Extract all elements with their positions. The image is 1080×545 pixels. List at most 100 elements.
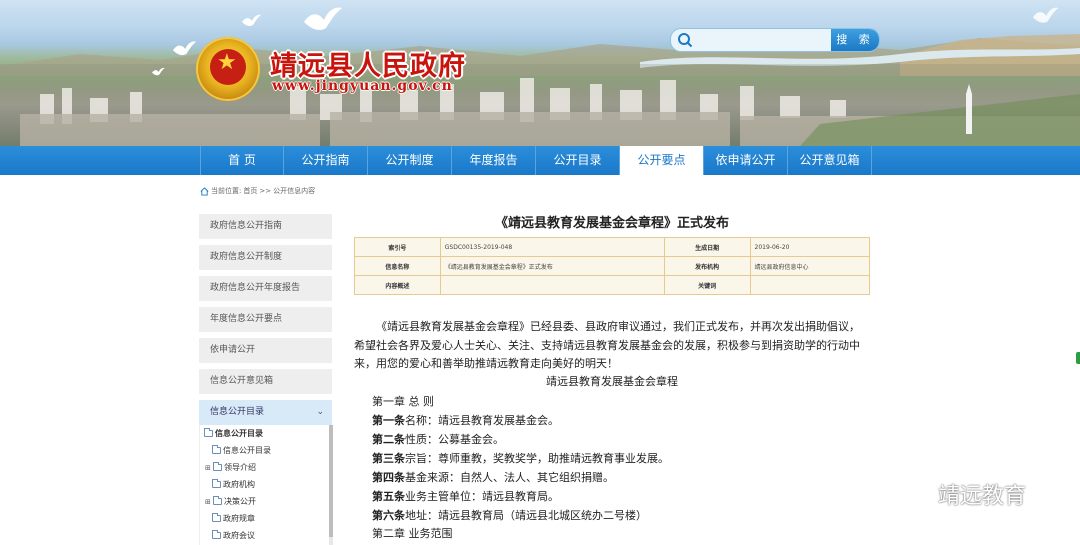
tree-node[interactable]: 政府会议 (212, 530, 255, 541)
search-box: 搜 索 (670, 28, 880, 52)
meta-index-value: GSDC00135-2019-048 (439, 237, 665, 257)
breadcrumb: 当前位置: 首页 >> 公开信息内容 (200, 186, 315, 196)
sidebar-item-key-points[interactable]: 年度信息公开要点 (199, 307, 332, 332)
folder-icon (213, 496, 222, 505)
article-clause: 第五条业务主管单位：靖远县教育局。 (372, 488, 559, 504)
folder-icon (213, 462, 222, 471)
clause-label: 第六条 (372, 509, 405, 522)
breadcrumb-current: 公开信息内容 (273, 187, 316, 195)
article-clause: 第一条名称：靖远县教育发展基金会。 (372, 412, 559, 428)
tree-node[interactable]: ⊞ 领导介绍 (205, 462, 256, 473)
dove-icon (173, 41, 197, 56)
tree-node[interactable]: ⊞ 决策公开 (205, 496, 256, 507)
clause-label: 第四条 (372, 471, 405, 484)
sidebar-item-feedback[interactable]: 信息公开意见箱 (199, 369, 332, 394)
meta-keyword-label: 关键词 (663, 275, 751, 295)
tree-node-label: 信息公开目录 (223, 446, 271, 455)
dove-icon (304, 7, 342, 30)
side-float-tab[interactable] (1076, 352, 1080, 364)
clause-text: 宗旨：尊师重教，奖教奖学，助推靖远教育事业发展。 (405, 452, 669, 465)
article-clause: 第二条性质：公募基金会。 (372, 431, 504, 447)
breadcrumb-prefix: 当前位置: (211, 187, 242, 195)
national-emblem-icon: ★ (196, 37, 260, 101)
clause-text: 业务主管单位：靖远县教育局。 (405, 490, 559, 503)
folder-icon (212, 513, 221, 522)
article-clause: 第三条宗旨：尊师重教，奖教奖学，助推靖远教育事业发展。 (372, 450, 669, 466)
meta-date-value: 2019-06-20 (749, 237, 871, 257)
meta-summary-value (439, 275, 665, 295)
clause-text: 基金来源：自然人、法人、其它组织捐赠。 (405, 471, 614, 484)
nav-key-points[interactable]: 公开要点 (620, 146, 704, 175)
meta-name-value: 《靖远县教育发展基金会章程》正式发布 (439, 256, 665, 276)
breadcrumb-home[interactable]: 首页 (243, 186, 257, 196)
sidebar-directory-label: 信息公开目录 (210, 407, 265, 417)
article-intro: 《靖远县教育发展基金会章程》已经县委、县政府审议通过，我们正式发布，并再次发出捐… (354, 320, 860, 370)
chapter-heading: 第一章 总 则 (372, 395, 434, 408)
wechat-icon (890, 480, 931, 507)
clause-label: 第三条 (372, 452, 405, 465)
clause-label: 第一条 (372, 414, 405, 427)
sidebar-item-rules[interactable]: 政府信息公开制度 (199, 245, 332, 270)
main-nav: 首 页 公开指南 公开制度 年度报告 公开目录 公开要点 依申请公开 公开意见箱 (200, 146, 872, 175)
expand-plus-icon[interactable]: ⊞ (205, 498, 211, 506)
search-icon (678, 33, 693, 48)
tree-scrollbar-thumb[interactable] (329, 425, 333, 537)
article-meta-table: 索引号 GSDC00135-2019-048 生成日期 2019-06-20 信… (354, 237, 871, 295)
dove-icon (152, 67, 165, 76)
header-banner: ★ 靖远县人民政府 www.jingyuan.gov.cn 搜 索 (0, 0, 1080, 146)
chapter-heading: 第二章 业务范围 (372, 527, 453, 540)
chevron-down-icon: ⌄ (316, 407, 324, 417)
breadcrumb-separator: >> (259, 187, 272, 195)
tree-node-label: 政府会议 (223, 531, 255, 540)
tree-node-label: 政府机构 (223, 480, 255, 489)
folder-icon (212, 479, 221, 488)
tree-node[interactable]: 政府机构 (212, 479, 255, 490)
clause-label: 第五条 (372, 490, 405, 503)
nav-catalog[interactable]: 公开目录 (536, 146, 620, 175)
search-button[interactable]: 搜 索 (831, 29, 879, 51)
main-nav-bar: 首 页 公开指南 公开制度 年度报告 公开目录 公开要点 依申请公开 公开意见箱 (0, 146, 1080, 175)
site-url: www.jingyuan.gov.cn (272, 78, 453, 94)
tree-node-label: 领导介绍 (224, 463, 256, 472)
tree-node-label: 决策公开 (224, 497, 256, 506)
meta-date-label: 生成日期 (663, 237, 751, 257)
tree-root[interactable]: 信息公开目录 (204, 428, 263, 439)
sidebar-item-guide[interactable]: 政府信息公开指南 (199, 214, 332, 239)
search-input[interactable] (697, 31, 827, 49)
tree-node[interactable]: 政府规章 (212, 513, 255, 524)
meta-org-label: 发布机构 (663, 256, 751, 276)
tree-scrollbar[interactable] (329, 425, 333, 545)
expand-plus-icon[interactable]: ⊞ (205, 464, 211, 472)
meta-keyword-value (749, 275, 871, 295)
article-title: 《靖远县教育发展基金会章程》正式发布 (494, 216, 729, 231)
nav-guide[interactable]: 公开指南 (284, 146, 368, 175)
nav-home[interactable]: 首 页 (200, 146, 284, 175)
meta-name-label: 信息名称 (354, 256, 441, 276)
meta-index-label: 索引号 (354, 237, 441, 257)
clause-text: 性质：公募基金会。 (405, 433, 504, 446)
nav-feedback[interactable]: 公开意见箱 (788, 146, 872, 175)
nav-annual-report[interactable]: 年度报告 (452, 146, 536, 175)
meta-summary-label: 内容概述 (354, 275, 441, 295)
folder-icon (212, 445, 221, 454)
sidebar-item-request[interactable]: 依申请公开 (199, 338, 332, 363)
clause-text: 名称：靖远县教育发展基金会。 (405, 414, 559, 427)
wechat-watermark: 靖远教育 (890, 478, 1026, 510)
dove-icon (1033, 7, 1059, 23)
tree-root-label: 信息公开目录 (215, 429, 263, 438)
watermark-text: 靖远教育 (938, 484, 1027, 509)
dove-icon (242, 14, 261, 26)
sidebar-item-directory[interactable]: 信息公开目录 ⌄ (199, 400, 332, 425)
sidebar-item-annual-report[interactable]: 政府信息公开年度报告 (199, 276, 332, 301)
directory-tree: 信息公开目录 信息公开目录 ⊞ 领导介绍 政府机构 ⊞ 决策公开 政府规章 政府… (199, 425, 333, 545)
home-icon (200, 186, 209, 196)
nav-request[interactable]: 依申请公开 (704, 146, 788, 175)
article-clause: 第四条基金来源：自然人、法人、其它组织捐赠。 (372, 469, 614, 485)
clause-text: 地址：靖远县教育局（靖远县北城区统办二号楼） (405, 509, 647, 522)
nav-rules[interactable]: 公开制度 (368, 146, 452, 175)
sidebar: 政府信息公开指南 政府信息公开制度 政府信息公开年度报告 年度信息公开要点 依申… (199, 214, 333, 545)
tree-node-label: 政府规章 (223, 514, 255, 523)
article-clause: 第六条地址：靖远县教育局（靖远县北城区统办二号楼） (372, 507, 647, 523)
folder-open-icon (204, 428, 213, 437)
tree-node[interactable]: 信息公开目录 (212, 445, 271, 456)
